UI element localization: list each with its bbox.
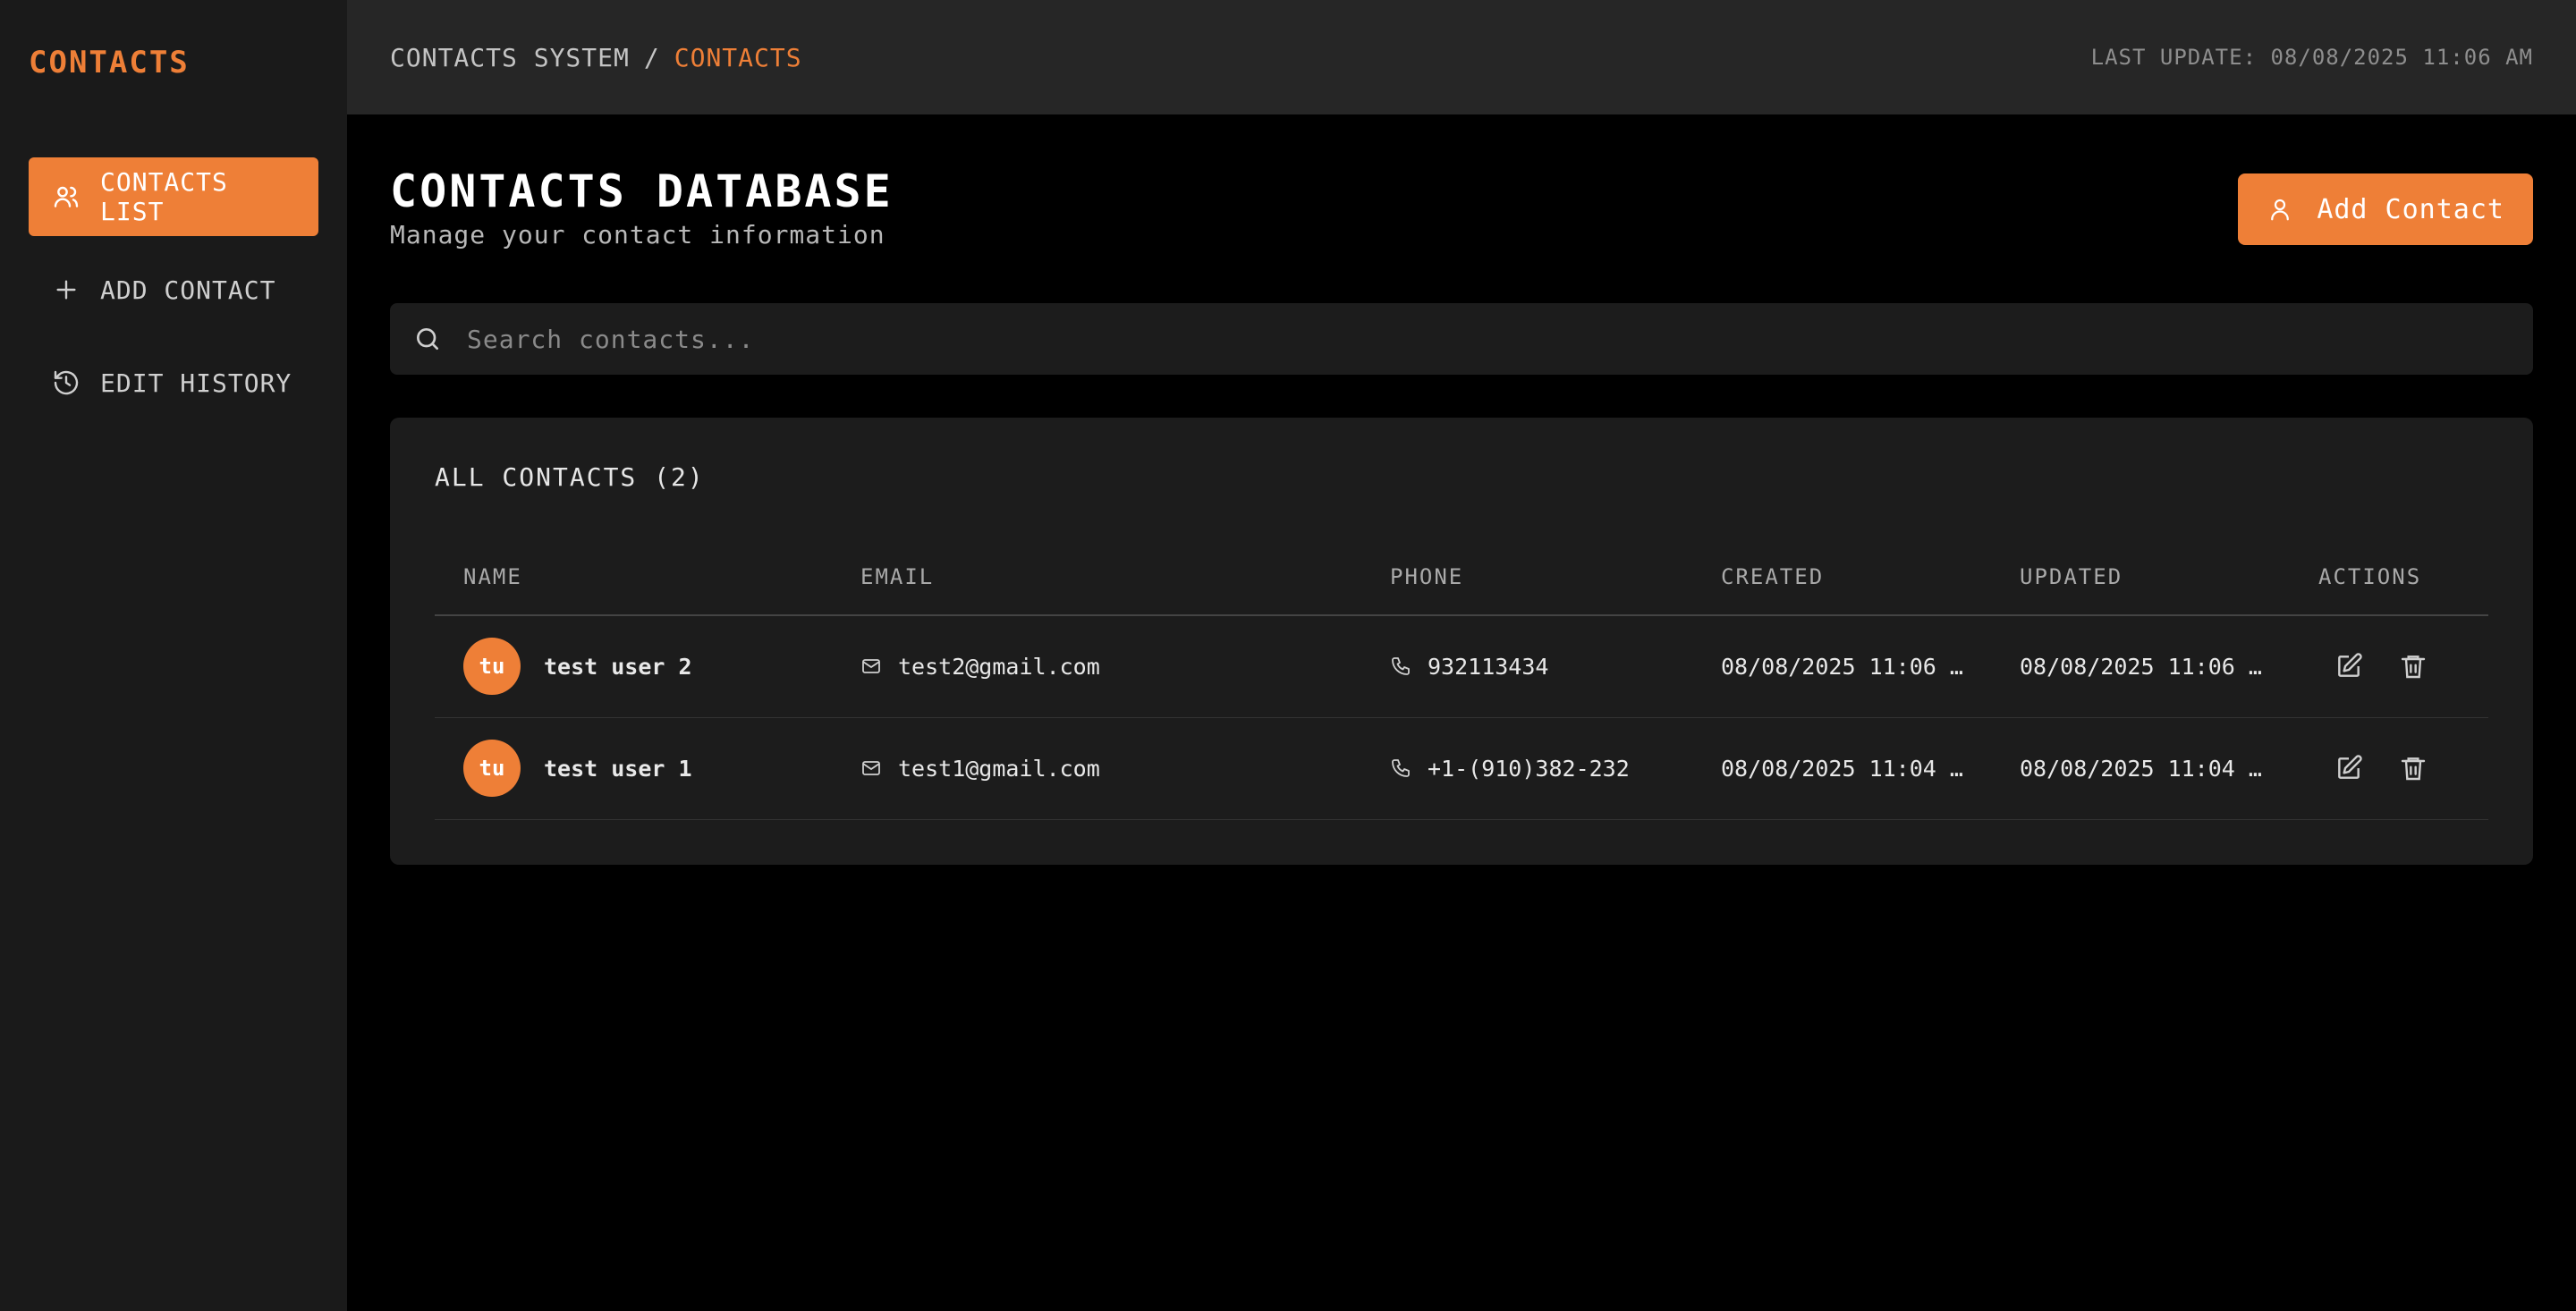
- avatar: tu: [463, 638, 521, 696]
- breadcrumb-separator: /: [643, 42, 660, 72]
- breadcrumb: CONTACTS SYSTEM / CONTACTS: [390, 43, 802, 72]
- breadcrumb-root[interactable]: CONTACTS SYSTEM: [390, 43, 630, 72]
- phone-icon: [1392, 759, 1410, 777]
- column-header-phone[interactable]: PHONE: [1361, 538, 1692, 616]
- edit-icon[interactable]: [2334, 754, 2363, 782]
- row-actions: [2318, 652, 2488, 681]
- column-header-actions: ACTIONS: [2290, 538, 2488, 616]
- page-subtitle: Manage your contact information: [390, 220, 886, 250]
- table-row[interactable]: tu test user 2 test2@gmail.com 932113434: [435, 615, 2488, 718]
- contact-name-cell: tu test user 1: [463, 740, 832, 797]
- content: CONTACTS DATABASE Manage your contact in…: [347, 114, 2576, 865]
- avatar: tu: [463, 740, 521, 797]
- contacts-table: NAME EMAIL PHONE CREATED UPDATED ACTIONS…: [435, 538, 2488, 820]
- sidebar-item-label: ADD CONTACT: [100, 275, 276, 305]
- contact-phone: 932113434: [1428, 653, 1549, 680]
- phone-cell: +1-(910)382-232: [1390, 756, 1692, 782]
- page-heading: CONTACTS DATABASE Manage your contact in…: [390, 165, 894, 250]
- phone-icon: [1392, 657, 1410, 676]
- column-header-updated[interactable]: UPDATED: [1991, 538, 2290, 616]
- contacts-count-title: ALL CONTACTS (2): [435, 462, 705, 492]
- contact-updated: 08/08/2025 11:04 …: [1991, 717, 2290, 820]
- trash-icon[interactable]: [2399, 652, 2428, 681]
- main-area: CONTACTS SYSTEM / CONTACTS LAST UPDATE: …: [347, 0, 2576, 1311]
- page-title: CONTACTS DATABASE: [390, 165, 894, 217]
- contact-created: 08/08/2025 11:04 …: [1692, 717, 1991, 820]
- search-input[interactable]: [467, 324, 2510, 354]
- contact-created: 08/08/2025 11:06 …: [1692, 615, 1991, 718]
- page-header: CONTACTS DATABASE Manage your contact in…: [390, 165, 2533, 250]
- search-bar: [390, 303, 2533, 375]
- contact-email: test1@gmail.com: [898, 755, 1100, 782]
- contact-updated: 08/08/2025 11:06 …: [1991, 615, 2290, 718]
- contact-name-cell: tu test user 2: [463, 638, 832, 696]
- contact-phone: +1-(910)382-232: [1428, 755, 1630, 782]
- contact-email: test2@gmail.com: [898, 653, 1100, 680]
- last-update-text: LAST UPDATE: 08/08/2025 11:06 AM: [2090, 45, 2533, 70]
- contact-name: test user 2: [544, 653, 692, 680]
- email-cell: test2@gmail.com: [860, 654, 1361, 680]
- phone-cell: 932113434: [1390, 654, 1692, 680]
- trash-icon[interactable]: [2399, 754, 2428, 782]
- brand-logo[interactable]: CONTACTS: [29, 0, 318, 125]
- sidebar-nav: CONTACTS LIST ADD CONTACT EDIT HISTORY: [29, 157, 318, 422]
- history-icon: [54, 370, 79, 395]
- mail-icon: [862, 659, 880, 674]
- plus-icon: [56, 280, 76, 300]
- table-header-row: NAME EMAIL PHONE CREATED UPDATED ACTIONS: [435, 538, 2488, 616]
- sidebar-item-label: EDIT HISTORY: [100, 368, 292, 398]
- user-icon: [2271, 199, 2290, 221]
- sidebar-item-contacts-list[interactable]: CONTACTS LIST: [29, 157, 318, 236]
- mail-icon: [862, 761, 880, 775]
- add-contact-button[interactable]: Add Contact: [2238, 173, 2533, 245]
- breadcrumb-current: CONTACTS: [674, 42, 802, 72]
- contacts-card: ALL CONTACTS (2) NAME EMAIL PHONE CREATE…: [390, 418, 2533, 865]
- row-actions: [2318, 754, 2488, 782]
- users-icon: [54, 186, 79, 207]
- sidebar-item-label: CONTACTS LIST: [100, 167, 228, 226]
- sidebar-item-add-contact[interactable]: ADD CONTACT: [29, 250, 318, 329]
- sidebar: CONTACTS CONTACTS LIST ADD CONTACT EDIT …: [0, 0, 347, 1311]
- column-header-created[interactable]: CREATED: [1692, 538, 1991, 616]
- column-header-email[interactable]: EMAIL: [832, 538, 1361, 616]
- sidebar-item-edit-history[interactable]: EDIT HISTORY: [29, 343, 318, 422]
- app-root: CONTACTS CONTACTS LIST ADD CONTACT EDIT …: [0, 0, 2576, 1311]
- search-icon: [417, 328, 438, 350]
- table-row[interactable]: tu test user 1 test1@gmail.com +1-(910)3…: [435, 717, 2488, 820]
- top-bar: CONTACTS SYSTEM / CONTACTS LAST UPDATE: …: [347, 0, 2576, 114]
- add-contact-label: Add Contact: [2317, 193, 2504, 225]
- contact-name: test user 1: [544, 755, 692, 782]
- email-cell: test1@gmail.com: [860, 756, 1361, 782]
- column-header-name[interactable]: NAME: [435, 538, 832, 616]
- edit-icon[interactable]: [2334, 652, 2363, 681]
